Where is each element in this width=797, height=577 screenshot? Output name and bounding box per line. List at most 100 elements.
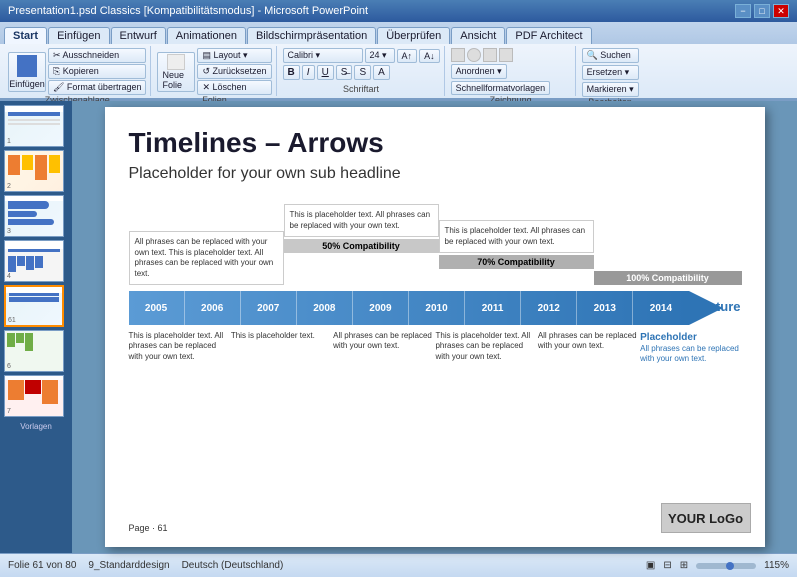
group-schriftart: Calibri ▾ 24 ▾ A↑ A↓ B I U S̶ S A Schrif… (279, 46, 445, 96)
markieren-button[interactable]: Markieren ▾ (582, 82, 639, 97)
timeline: 2005 2006 2007 2008 2009 2010 2011 2012 … (129, 291, 741, 325)
thumb-num-1: 1 (7, 138, 11, 145)
lower-section: This is placeholder text. All phrases ca… (129, 331, 741, 365)
slide-panel: 1 2 3 (0, 101, 72, 553)
close-button[interactable]: ✕ (773, 4, 789, 18)
zoom-bar[interactable] (696, 563, 756, 569)
timeline-years: 2005 2006 2007 2008 2009 2010 2011 2012 … (129, 291, 689, 325)
tab-ueberprufen[interactable]: Überprüfen (377, 27, 450, 44)
text-box-3: This is placeholder text. All phrases ca… (439, 220, 594, 253)
shape-2[interactable] (467, 48, 481, 62)
strikethrough-button[interactable]: S̶ (336, 65, 353, 80)
font-select[interactable]: Calibri ▾ (283, 48, 363, 63)
zwischenablage-buttons: Einfügen ✂ Ausschneiden ⎘ Kopieren 🖌 For… (8, 48, 146, 95)
compat-70-area: This is placeholder text. All phrases ca… (439, 220, 594, 269)
anordnen-button[interactable]: Anordnen ▾ (451, 64, 507, 79)
schnellformatvorlagen-button[interactable]: Schnellformatvorlagen (451, 81, 551, 95)
group-label-schriftart: Schriftart (343, 84, 379, 94)
timeline-arrow-body: 2005 2006 2007 2008 2009 2010 2011 2012 … (129, 291, 689, 325)
view-reading-icon[interactable]: ⊞ (680, 560, 688, 571)
year-2014: 2014 (633, 291, 688, 325)
group-zeichnung: Anordnen ▾ Schnellformatvorlagen Zeichnu… (447, 46, 576, 96)
text-box-1: All phrases can be replaced with your ow… (129, 231, 284, 285)
year-2012: 2012 (521, 291, 577, 325)
compat-70-label: 70% Compatibility (439, 255, 594, 269)
year-2010: 2010 (409, 291, 465, 325)
view-slide-icon[interactable]: ⊟ (663, 560, 671, 571)
status-bar: Folie 61 von 80 9_Standarddesign Deutsch… (0, 553, 797, 577)
shape-3[interactable] (483, 48, 497, 62)
group-folien: Neue Folie ▤ Layout ▾ ↺ Zurücksetzen ✕ L… (153, 46, 276, 96)
lower-text-4: This is placeholder text. All phrases ca… (435, 331, 537, 365)
font-shrink[interactable]: A↓ (419, 49, 440, 63)
tab-bildschirm[interactable]: Bildschirmpräsentation (247, 27, 376, 44)
ribbon-tabs: Start Einfügen Entwurf Animationen Bilds… (0, 22, 797, 44)
loeschen-button[interactable]: ✕ Löschen (197, 80, 271, 95)
year-2007: 2007 (241, 291, 297, 325)
font-color-button[interactable]: A (373, 65, 390, 80)
lower-text-3: All phrases can be replaced with your ow… (333, 331, 435, 365)
italic-button[interactable]: I (302, 65, 315, 80)
einfuegen-button[interactable]: Einfügen (8, 52, 46, 92)
status-right: ▣ ⊟ ⊞ 115% (646, 560, 789, 571)
view-normal-icon[interactable]: ▣ (646, 560, 655, 571)
lower-text-placeholder: Placeholder All phrases can be replaced … (640, 331, 740, 365)
window-controls: − □ ✕ (735, 4, 789, 18)
slide-canvas[interactable]: Timelines – Arrows Placeholder for your … (105, 107, 765, 547)
compat-100-label: 100% Compatibility (594, 271, 742, 285)
compat-100-area: 100% Compatibility (594, 271, 742, 285)
thumb-num-2: 2 (7, 183, 11, 190)
ersetzen-button[interactable]: Ersetzen ▾ (582, 65, 639, 80)
maximize-button[interactable]: □ (754, 4, 770, 18)
suchen-button[interactable]: 🔍 Suchen (582, 48, 639, 63)
slide-subtitle: Placeholder for your own sub headline (129, 165, 741, 183)
slide-thumb-6[interactable]: 6 (4, 330, 64, 372)
font-grow[interactable]: A↑ (397, 49, 418, 63)
group-zwischenablage: Einfügen ✂ Ausschneiden ⎘ Kopieren 🖌 For… (4, 46, 151, 96)
kopieren-button[interactable]: ⎘ Kopieren (48, 64, 146, 79)
neue-folie-button[interactable]: Neue Folie (157, 52, 195, 92)
slide-thumb-2[interactable]: 2 (4, 150, 64, 192)
year-2009: 2009 (353, 291, 409, 325)
thumb-num-7: 7 (7, 408, 11, 415)
format-uebertragen[interactable]: 🖌 Format übertragen (48, 80, 146, 95)
slide-thumb-4[interactable]: 4 (4, 240, 64, 282)
tab-einfuegen[interactable]: Einfügen (48, 27, 109, 44)
group-bearbeiten: 🔍 Suchen Ersetzen ▾ Markieren ▾ Bearbeit… (578, 46, 643, 96)
lower-text-2: This is placeholder text. (231, 331, 333, 365)
page-number: Page · 61 (129, 523, 168, 533)
year-2011: 2011 (465, 291, 521, 325)
slide-thumb-active[interactable]: 61 (4, 285, 64, 327)
thumb-num-6: 6 (7, 363, 11, 370)
slide-thumb-1[interactable]: 1 (4, 105, 64, 147)
tab-animationen[interactable]: Animationen (167, 27, 246, 44)
bold-button[interactable]: B (283, 65, 300, 80)
lower-text-5: All phrases can be replaced with your ow… (538, 331, 640, 365)
font-size-select[interactable]: 24 ▾ (365, 48, 395, 63)
layout-button[interactable]: ▤ Layout ▾ (197, 48, 271, 63)
title-text: Presentation1.psd Classics [Kompatibilit… (8, 5, 368, 17)
slide-thumb-3[interactable]: 3 (4, 195, 64, 237)
tab-start[interactable]: Start (4, 27, 47, 44)
year-2005: 2005 (129, 291, 185, 325)
year-2008: 2008 (297, 291, 353, 325)
minimize-button[interactable]: − (735, 4, 751, 18)
tab-entwurf[interactable]: Entwurf (111, 27, 166, 44)
underline-button[interactable]: U (317, 65, 334, 80)
placeholder-bold: Placeholder (640, 331, 740, 344)
shape-1[interactable] (451, 48, 465, 62)
shape-4[interactable] (499, 48, 513, 62)
slide-count: Folie 61 von 80 (8, 560, 76, 571)
thumb-num-active: 61 (8, 317, 16, 324)
vorlagen-label: Vorlagen (4, 420, 68, 431)
slide-thumb-7[interactable]: 7 (4, 375, 64, 417)
zuruecksetzen-button[interactable]: ↺ Zurücksetzen (197, 64, 271, 79)
main-area: 1 2 3 (0, 101, 797, 553)
year-2013: 2013 (577, 291, 633, 325)
tab-pdf[interactable]: PDF Architect (506, 27, 591, 44)
thumb-num-4: 4 (7, 273, 11, 280)
tab-ansicht[interactable]: Ansicht (451, 27, 505, 44)
compat-50-area: This is placeholder text. All phrases ca… (284, 204, 439, 253)
shadow-button[interactable]: S (354, 65, 371, 80)
ausschneiden-button[interactable]: ✂ Ausschneiden (48, 48, 146, 63)
